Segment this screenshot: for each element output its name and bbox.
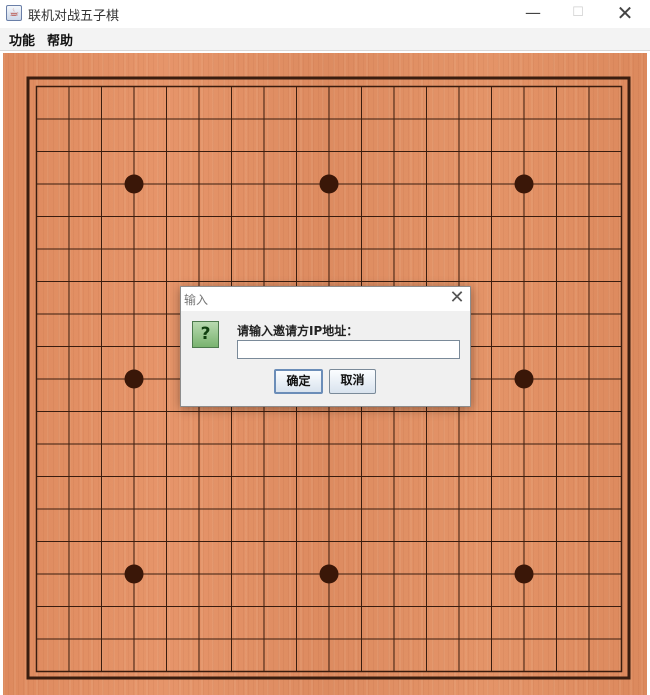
ip-prompt-label: 请输入邀请方IP地址： xyxy=(237,324,359,338)
dialog-title: 输入 xyxy=(184,293,209,307)
close-button[interactable]: ✕ xyxy=(602,0,648,28)
star-point xyxy=(124,369,144,389)
menu-help[interactable]: 帮助 xyxy=(47,30,73,49)
maximize-button[interactable]: ☐ xyxy=(555,0,601,28)
menu-bar: 功能 帮助 xyxy=(0,28,650,51)
star-point xyxy=(124,564,144,584)
java-cup-icon: ☕ xyxy=(6,5,22,21)
ok-button[interactable]: 确定 xyxy=(274,369,323,394)
dialog-close-button[interactable]: ✕ xyxy=(445,287,469,311)
input-dialog: 输入 ✕ ? 请输入邀请方IP地址： 确定 取消 xyxy=(180,286,471,407)
title-bar: ☕ 联机对战五子棋 — ☐ ✕ xyxy=(0,0,650,28)
star-point xyxy=(514,369,534,389)
menu-function[interactable]: 功能 xyxy=(9,30,35,49)
ip-address-input[interactable] xyxy=(237,340,460,359)
minimize-button[interactable]: — xyxy=(510,0,556,28)
star-point xyxy=(514,564,534,584)
window-title: 联机对战五子棋 xyxy=(28,9,120,24)
star-point xyxy=(319,564,339,584)
question-icon: ? xyxy=(192,321,219,348)
cancel-button[interactable]: 取消 xyxy=(329,369,376,394)
star-point xyxy=(124,174,144,194)
dialog-title-bar: 输入 ✕ xyxy=(181,287,470,311)
star-point xyxy=(319,174,339,194)
star-point xyxy=(514,174,534,194)
